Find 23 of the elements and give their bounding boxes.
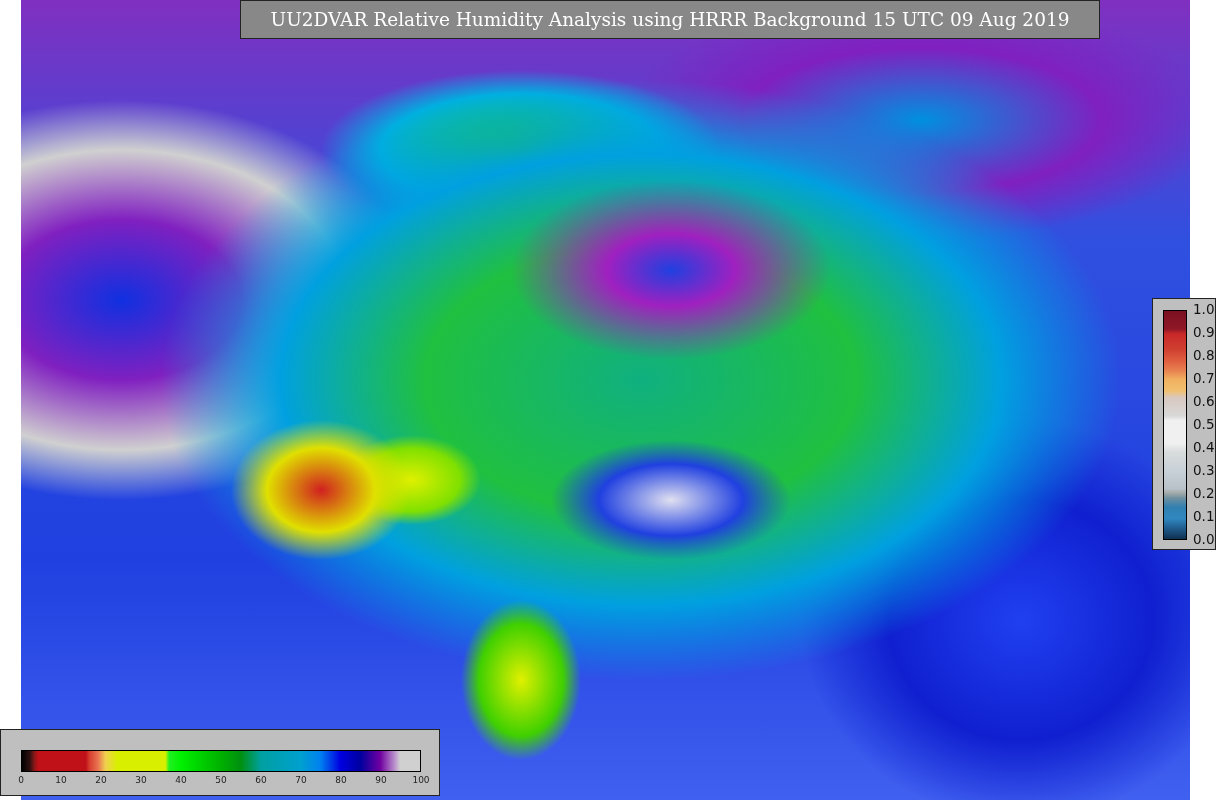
tick-label: 70 — [295, 776, 307, 785]
tick-label: 10 — [55, 776, 67, 785]
tick-label: 40 — [175, 776, 187, 785]
tick-label: 0.0 — [1192, 533, 1215, 547]
tick-label: 80 — [335, 776, 347, 785]
tick-label: 0.6 — [1192, 395, 1215, 409]
map-title: UU2DVAR Relative Humidity Analysis using HRRR Background 15 UTC 09 Aug 2019 — [240, 0, 1100, 39]
tick-label: 90 — [375, 776, 387, 785]
tick-label: 20 — [95, 776, 107, 785]
tick-label: 0.9 — [1192, 326, 1215, 340]
tick-label: 50 — [215, 776, 227, 785]
tick-label: 0.2 — [1192, 487, 1215, 501]
tick-label: 100 — [412, 776, 430, 785]
tick-label: 0.4 — [1192, 441, 1215, 455]
tick-label: 1.0 — [1192, 303, 1215, 317]
tick-label: 0.1 — [1192, 510, 1215, 524]
tick-label: 0.7 — [1192, 372, 1215, 386]
tick-label: 60 — [255, 776, 267, 785]
tick-label: 0.3 — [1192, 464, 1215, 478]
tick-label: 0.8 — [1192, 349, 1215, 363]
tick-label: 0.5 — [1192, 418, 1215, 432]
tick-label: 0 — [18, 776, 24, 785]
tick-label: 30 — [135, 776, 147, 785]
